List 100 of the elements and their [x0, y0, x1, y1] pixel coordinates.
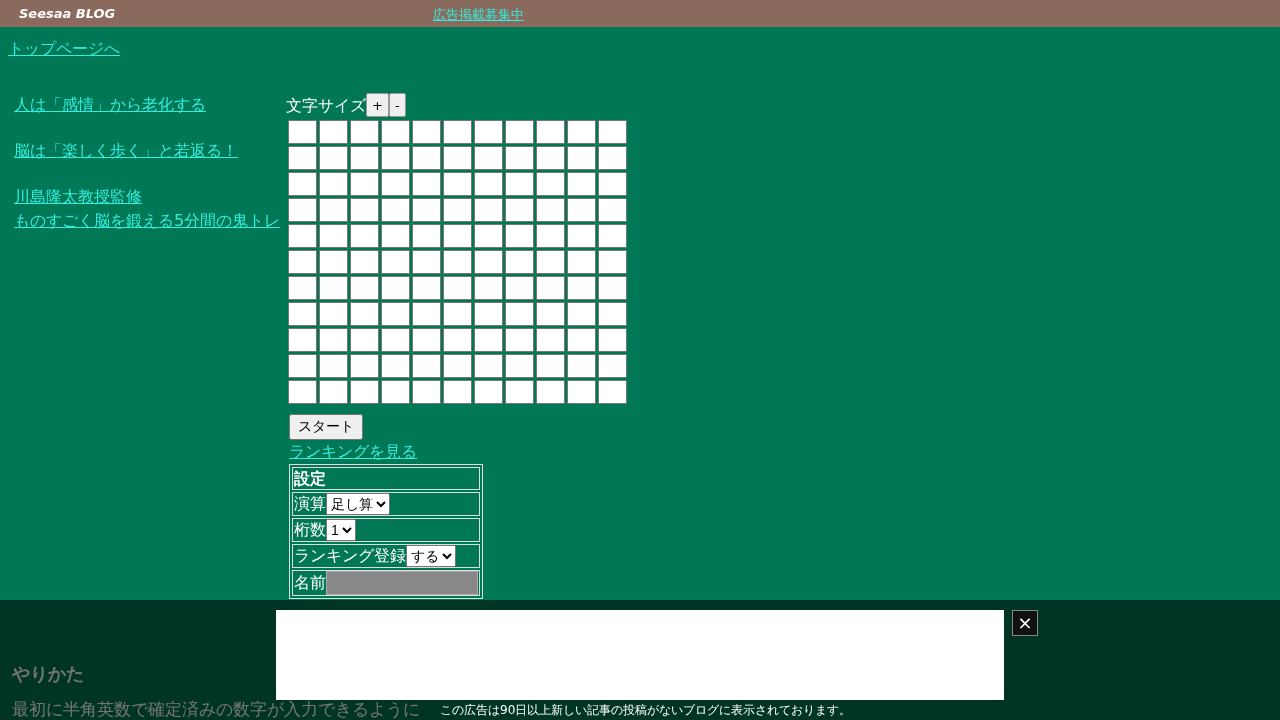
- answer-box[interactable]: [598, 328, 627, 352]
- answer-box[interactable]: [567, 224, 596, 248]
- answer-box[interactable]: [598, 198, 627, 222]
- answer-box[interactable]: [443, 172, 472, 196]
- answer-box[interactable]: [381, 146, 410, 170]
- answer-box[interactable]: [319, 146, 348, 170]
- answer-box[interactable]: [536, 302, 565, 326]
- site-logo[interactable]: Seesaa BLOG: [19, 6, 116, 21]
- answer-box[interactable]: [319, 224, 348, 248]
- answer-box[interactable]: [288, 198, 317, 222]
- answer-box[interactable]: [443, 302, 472, 326]
- answer-box[interactable]: [381, 380, 410, 404]
- answer-box[interactable]: [443, 120, 472, 144]
- answer-box[interactable]: [474, 250, 503, 274]
- answer-box[interactable]: [567, 120, 596, 144]
- answer-box[interactable]: [474, 328, 503, 352]
- answer-box[interactable]: [598, 120, 627, 144]
- answer-box[interactable]: [288, 120, 317, 144]
- answer-box[interactable]: [536, 120, 565, 144]
- answer-box[interactable]: [350, 172, 379, 196]
- answer-box[interactable]: [567, 250, 596, 274]
- answer-box[interactable]: [505, 172, 534, 196]
- answer-box[interactable]: [536, 380, 565, 404]
- book-link[interactable]: 人は「感情」から老化する: [14, 93, 286, 117]
- answer-box[interactable]: [567, 276, 596, 300]
- answer-box[interactable]: [567, 198, 596, 222]
- answer-box[interactable]: [381, 224, 410, 248]
- answer-box[interactable]: [288, 250, 317, 274]
- answer-box[interactable]: [505, 198, 534, 222]
- book-link[interactable]: 脳は「楽しく歩く」と若返る！: [14, 139, 286, 163]
- answer-box[interactable]: [598, 354, 627, 378]
- answer-box[interactable]: [474, 380, 503, 404]
- answer-box[interactable]: [474, 224, 503, 248]
- answer-box[interactable]: [319, 198, 348, 222]
- font-size-button[interactable]: -: [388, 93, 406, 117]
- answer-box[interactable]: [350, 328, 379, 352]
- answer-box[interactable]: [536, 172, 565, 196]
- answer-box[interactable]: [505, 328, 534, 352]
- answer-box[interactable]: [536, 198, 565, 222]
- answer-box[interactable]: [319, 302, 348, 326]
- answer-box[interactable]: [443, 224, 472, 248]
- answer-box[interactable]: [536, 328, 565, 352]
- answer-box[interactable]: [598, 146, 627, 170]
- answer-box[interactable]: [567, 172, 596, 196]
- answer-box[interactable]: [474, 146, 503, 170]
- answer-box[interactable]: [536, 276, 565, 300]
- answer-box[interactable]: [350, 302, 379, 326]
- answer-box[interactable]: [350, 276, 379, 300]
- answer-box[interactable]: [412, 380, 441, 404]
- answer-box[interactable]: [567, 328, 596, 352]
- answer-box[interactable]: [598, 302, 627, 326]
- answer-box[interactable]: [443, 354, 472, 378]
- ad-link[interactable]: 広告掲載募集中: [433, 6, 524, 24]
- answer-box[interactable]: [443, 146, 472, 170]
- answer-box[interactable]: [536, 250, 565, 274]
- answer-box[interactable]: [288, 224, 317, 248]
- answer-box[interactable]: [536, 224, 565, 248]
- answer-box[interactable]: [350, 380, 379, 404]
- answer-box[interactable]: [412, 224, 441, 248]
- answer-box[interactable]: [598, 380, 627, 404]
- answer-box[interactable]: [381, 354, 410, 378]
- answer-box[interactable]: [567, 354, 596, 378]
- answer-box[interactable]: [505, 224, 534, 248]
- answer-box[interactable]: [474, 172, 503, 196]
- answer-box[interactable]: [474, 276, 503, 300]
- answer-box[interactable]: [350, 198, 379, 222]
- answer-box[interactable]: [505, 302, 534, 326]
- answer-box[interactable]: [598, 224, 627, 248]
- answer-box[interactable]: [443, 328, 472, 352]
- setting-dropdown[interactable]: する: [406, 545, 456, 567]
- book-link[interactable]: 川島隆太教授監修 ものすごく脳を鍛える5分間の鬼トレ: [14, 185, 286, 233]
- answer-box[interactable]: [350, 250, 379, 274]
- answer-box[interactable]: [598, 276, 627, 300]
- top-page-link[interactable]: トップページへ: [8, 39, 120, 60]
- answer-box[interactable]: [381, 328, 410, 352]
- close-button[interactable]: ×: [1012, 610, 1038, 636]
- answer-box[interactable]: [288, 146, 317, 170]
- answer-box[interactable]: [350, 354, 379, 378]
- ranking-link[interactable]: ランキングを見る: [289, 440, 417, 464]
- setting-dropdown[interactable]: 足し算: [326, 493, 390, 515]
- answer-box[interactable]: [536, 354, 565, 378]
- answer-box[interactable]: [288, 276, 317, 300]
- answer-box[interactable]: [350, 120, 379, 144]
- answer-box[interactable]: [288, 354, 317, 378]
- answer-box[interactable]: [443, 380, 472, 404]
- answer-box[interactable]: [474, 120, 503, 144]
- answer-box[interactable]: [412, 172, 441, 196]
- answer-box[interactable]: [381, 198, 410, 222]
- answer-box[interactable]: [381, 172, 410, 196]
- answer-box[interactable]: [288, 172, 317, 196]
- answer-box[interactable]: [567, 146, 596, 170]
- answer-box[interactable]: [412, 302, 441, 326]
- answer-box[interactable]: [412, 146, 441, 170]
- start-button[interactable]: スタート: [289, 414, 363, 440]
- answer-box[interactable]: [381, 276, 410, 300]
- answer-box[interactable]: [412, 354, 441, 378]
- answer-box[interactable]: [505, 146, 534, 170]
- answer-box[interactable]: [567, 302, 596, 326]
- answer-box[interactable]: [598, 250, 627, 274]
- answer-box[interactable]: [288, 302, 317, 326]
